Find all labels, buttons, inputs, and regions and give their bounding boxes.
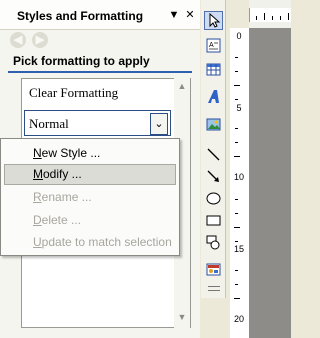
pointer-icon[interactable] [204,11,223,30]
pane-menu-arrow-icon[interactable]: ▼ [166,7,182,23]
list-item-clear-formatting[interactable]: Clear Formatting [29,85,118,101]
line-icon[interactable] [204,146,223,165]
ruler-label-0: 0 [236,31,242,41]
menu-item-delete: Delete ... [33,213,82,227]
picture-icon[interactable] [204,116,223,135]
style-name: Normal [29,116,69,131]
clip-art-icon[interactable] [204,261,223,280]
style-item-normal[interactable]: Normal ⌄ [24,110,171,136]
style-context-menu: New Style ... Modify ... Rename ... Dele… [0,138,180,256]
heading-divider [8,71,192,73]
vertical-ruler[interactable]: 0 5 10 15 20 [230,28,249,338]
task-pane-title: Styles and Formatting [17,9,144,23]
text-box-icon[interactable]: A [204,37,223,56]
toolbar-grip[interactable] [208,286,220,291]
ruler-label-15: 15 [233,244,244,254]
table-icon[interactable] [204,61,223,80]
arrow-icon[interactable] [204,168,223,187]
scroll-down-icon[interactable]: ▼ [174,309,190,325]
ruler-label-5: 5 [236,103,242,113]
menu-item-new-style[interactable]: New Style ... [4,143,176,164]
menu-item-update-to-match: Update to match selection [33,235,172,249]
close-icon[interactable]: ✕ [182,7,198,23]
ruler-label-20: 20 [233,314,244,324]
horizontal-ruler[interactable] [249,8,291,22]
rectangle-icon[interactable] [204,212,223,231]
ellipse-icon[interactable] [204,190,223,209]
page-edge [249,28,291,338]
menu-item-modify[interactable]: Modify ... [4,164,176,185]
ruler-label-10: 10 [233,172,244,182]
drawing-toolbar: A [201,0,226,298]
scroll-up-icon[interactable]: ▲ [174,78,190,94]
pick-formatting-heading: Pick formatting to apply [13,54,150,68]
back-icon[interactable]: ◀ [10,32,26,48]
pane-navigation: ◀ ▶ [6,31,66,49]
wordart-icon[interactable] [204,88,223,107]
autoshape-icon[interactable] [204,234,223,253]
task-pane-title-bar: Styles and Formatting ▼ ✕ [0,0,200,30]
menu-item-rename: Rename ... [33,190,92,204]
svg-text:A: A [209,42,214,49]
chevron-down-icon[interactable]: ⌄ [150,113,168,135]
forward-icon[interactable]: ▶ [32,32,48,48]
